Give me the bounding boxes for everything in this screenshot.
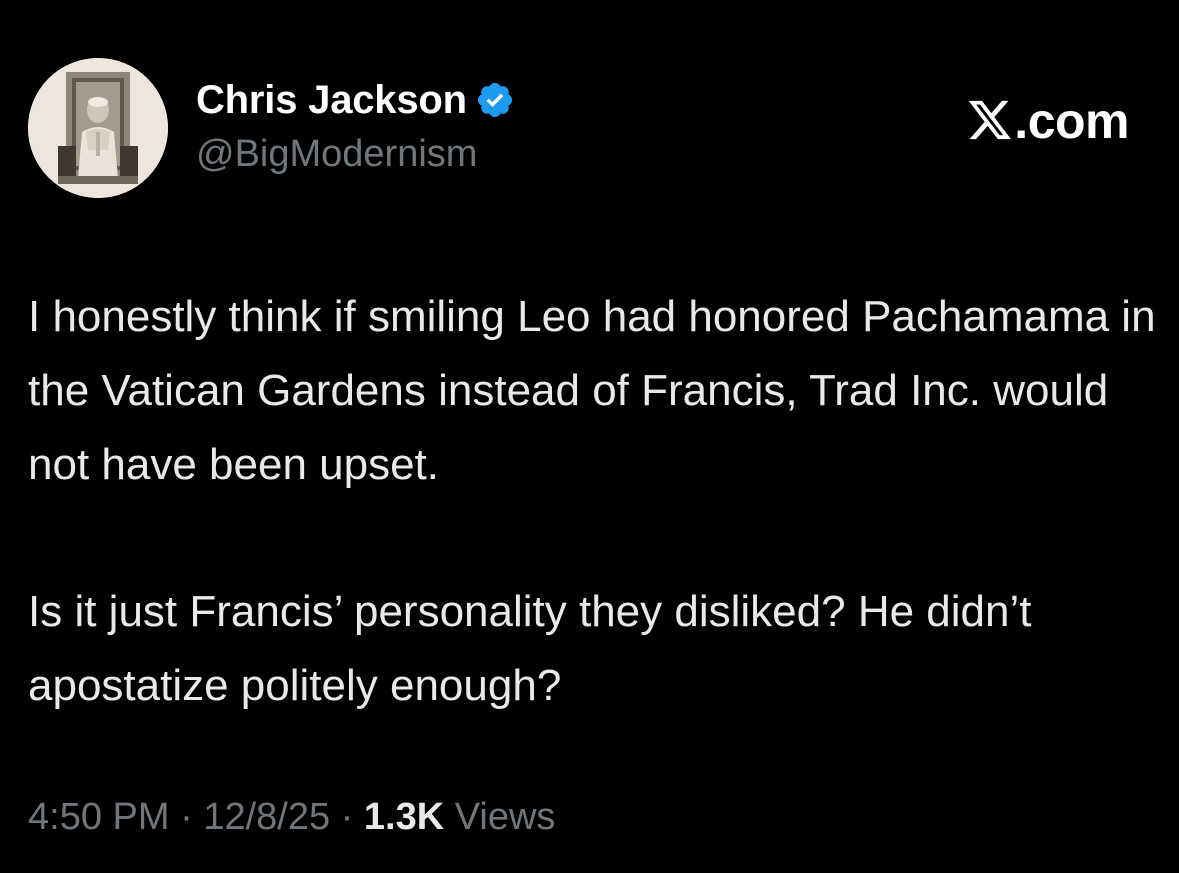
avatar-portrait-image: [28, 58, 168, 198]
tweet-text-paragraph-1: I honestly think if smiling Leo had hono…: [28, 292, 1156, 489]
meta-separator: ·: [340, 796, 354, 838]
tweet-date[interactable]: 12/8/25: [203, 796, 330, 838]
tweet-time[interactable]: 4:50 PM: [28, 796, 170, 838]
brand-watermark: .com: [967, 92, 1129, 150]
author-display-name[interactable]: Chris Jackson: [196, 78, 467, 123]
author-handle[interactable]: @BigModernism: [196, 133, 477, 176]
tweet-card: Chris Jackson @BigModernism .com I hones…: [0, 0, 1179, 873]
views-count[interactable]: 1.3K: [364, 796, 444, 838]
avatar[interactable]: [28, 58, 168, 198]
brand-domain-text: .com: [1014, 93, 1129, 149]
x-logo-icon: [967, 99, 1013, 143]
tweet-meta: 4:50 PM · 12/8/25 · 1.3K Views: [28, 796, 555, 839]
verified-badge-icon: [475, 80, 515, 120]
tweet-text-paragraph-2: Is it just Francis’ personality they dis…: [28, 587, 1032, 710]
author-name-row[interactable]: Chris Jackson: [196, 76, 515, 124]
views-label[interactable]: Views: [455, 796, 556, 838]
meta-separator: ·: [180, 796, 193, 838]
